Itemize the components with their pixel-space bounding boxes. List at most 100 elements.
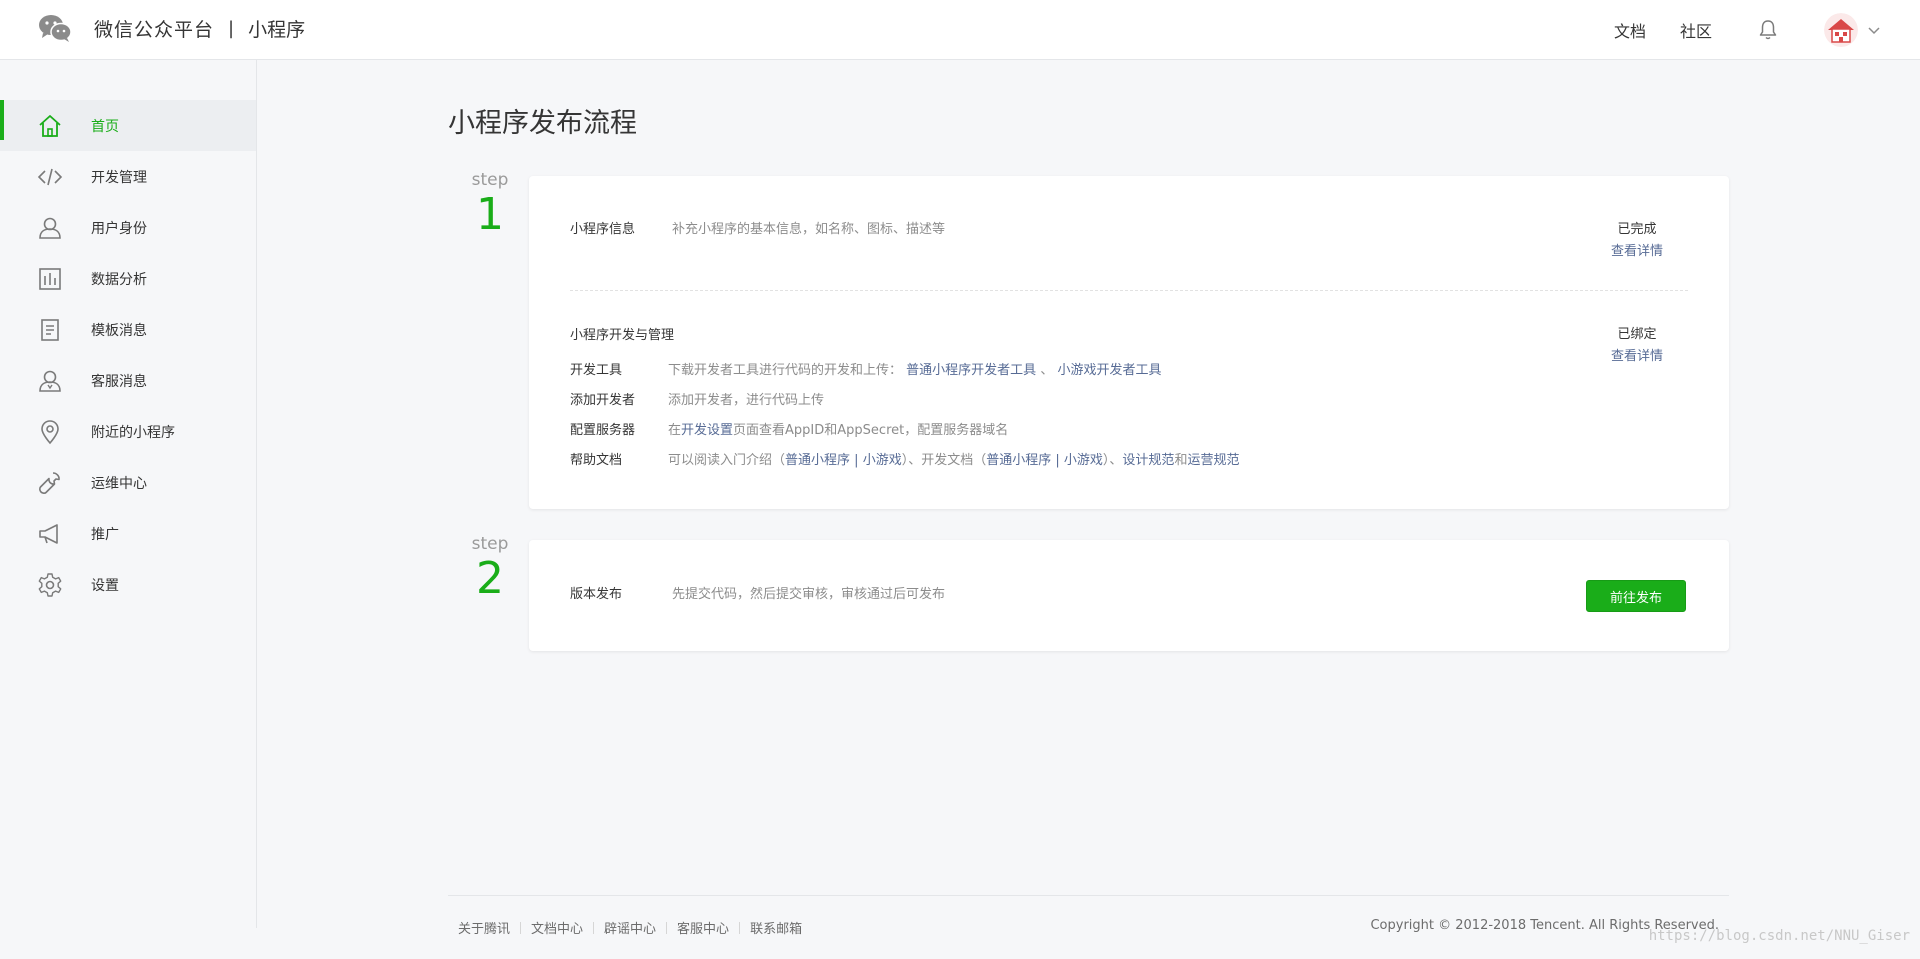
- server-post: 页面查看AppID和AppSecret，配置服务器域名: [733, 423, 1009, 438]
- footer-link-email[interactable]: 联系邮箱: [750, 918, 802, 937]
- step-number: 2: [476, 553, 504, 604]
- help-pre: 可以阅读入门介绍（: [668, 453, 786, 468]
- watermark: https://blog.csdn.net/NNU_Giser: [1648, 928, 1910, 944]
- dev-status: 已绑定: [1617, 327, 1657, 342]
- bell-icon[interactable]: [1756, 18, 1780, 42]
- sidebar-item-customer-service[interactable]: 客服消息: [0, 355, 256, 406]
- go-publish-button[interactable]: 前往发布: [1586, 580, 1686, 612]
- info-status: 已完成: [1617, 222, 1657, 237]
- avatar-house-icon: [1824, 13, 1858, 47]
- design-guidelines-link[interactable]: 设计规范: [1122, 453, 1174, 468]
- brand-separator: |: [228, 17, 235, 39]
- page-title: 小程序发布流程: [448, 108, 637, 139]
- docs-link[interactable]: 文档: [1614, 18, 1646, 42]
- code-icon: [37, 168, 63, 185]
- footer-links: 关于腾讯 文档中心 辟谣中心 客服中心 联系邮箱: [458, 918, 802, 937]
- sidebar-item-user-identity[interactable]: 用户身份: [0, 202, 256, 253]
- divider: [570, 290, 1688, 291]
- server-pre: 在: [668, 423, 682, 438]
- wechat-logo-icon: [39, 15, 72, 42]
- wrench-icon: [39, 471, 60, 494]
- top-header: 微信公众平台 | 小程序 文档 社区: [0, 0, 1920, 60]
- community-link[interactable]: 社区: [1680, 18, 1712, 42]
- brand-subtitle: 小程序: [248, 18, 306, 41]
- footer-separator: [593, 921, 595, 934]
- step2-card: 版本发布 先提交代码，然后提交审核，审核通过后可发布 前往发布: [529, 540, 1729, 651]
- help-mid2: ）、: [1102, 453, 1123, 468]
- intro-minigame-link[interactable]: 小游戏: [863, 453, 902, 468]
- configure-server-text: 在开发设置页面查看AppID和AppSecret，配置服务器域名: [668, 419, 1008, 438]
- configure-server-label: 配置服务器: [570, 423, 636, 438]
- sidebar-item-settings[interactable]: 设置: [0, 559, 256, 610]
- footer-link-about[interactable]: 关于腾讯: [458, 918, 510, 937]
- footer-divider: [448, 895, 1729, 896]
- docs-minigame-link[interactable]: 小游戏: [1064, 453, 1103, 468]
- sidebar-menu: 首页 开发管理 用户身份 数据分析 模板消息 客服消息 附近的小程序 运维中心 …: [0, 100, 256, 610]
- gear-icon: [38, 572, 62, 597]
- user-icon: [39, 217, 61, 239]
- dev-tools-text: 下载开发者工具进行代码的开发和上传： 普通小程序开发者工具 、 小游戏开发者工具: [668, 359, 1161, 378]
- megaphone-icon: [39, 523, 58, 544]
- sidebar-item-label: 推广: [91, 526, 119, 543]
- top-right-nav: 文档 社区: [1614, 0, 1920, 60]
- sidebar-item-label: 用户身份: [91, 220, 147, 237]
- standard-devtools-link[interactable]: 普通小程序开发者工具: [906, 363, 1036, 378]
- sidebar-item-promotion[interactable]: 推广: [0, 508, 256, 559]
- sidebar-item-template-message[interactable]: 模板消息: [0, 304, 256, 355]
- step1-card: 小程序信息 补充小程序的基本信息，如名称、图标、描述等 已完成 查看详情 小程序…: [529, 176, 1729, 509]
- help-mid: ）、开发文档（: [901, 453, 987, 468]
- version-release-title: 版本发布: [570, 587, 623, 602]
- footer-link-rumor[interactable]: 辟谣中心: [604, 918, 656, 937]
- brand-name: 微信公众平台: [94, 18, 215, 41]
- footer-separator: [520, 921, 522, 934]
- location-icon: [41, 419, 59, 444]
- sidebar-item-label: 数据分析: [91, 271, 147, 288]
- chevron-down-icon[interactable]: [1866, 22, 1882, 38]
- footer-separator: [666, 921, 668, 934]
- chart-icon: [39, 267, 61, 290]
- sidebar-item-label: 运维中心: [91, 475, 147, 492]
- sidebar-item-label: 附近的小程序: [91, 424, 175, 441]
- sidebar: 首页 开发管理 用户身份 数据分析 模板消息 客服消息 附近的小程序 运维中心 …: [0, 60, 257, 928]
- separator: |: [850, 453, 863, 468]
- sidebar-item-label: 设置: [91, 577, 119, 594]
- help-and: 和: [1174, 453, 1188, 468]
- step-number: 1: [476, 189, 504, 240]
- version-release-desc: 先提交代码，然后提交审核，审核通过后可发布: [672, 587, 946, 602]
- add-developer-text: 添加开发者，进行代码上传: [668, 393, 825, 408]
- mini-program-info-desc: 补充小程序的基本信息，如名称、图标、描述等: [672, 222, 946, 237]
- sidebar-item-data-analysis[interactable]: 数据分析: [0, 253, 256, 304]
- separator: |: [1051, 453, 1064, 468]
- mini-program-info-title: 小程序信息: [570, 222, 636, 237]
- avatar[interactable]: [1824, 13, 1858, 47]
- help-docs-text: 可以阅读入门介绍（普通小程序 | 小游戏）、开发文档（普通小程序 | 小游戏）、…: [668, 449, 1239, 468]
- help-docs-label: 帮助文档: [570, 453, 623, 468]
- sidebar-item-label: 首页: [91, 118, 119, 135]
- footer-link-docs[interactable]: 文档中心: [531, 918, 583, 937]
- footer-separator: [739, 921, 741, 934]
- dev-view-details-link[interactable]: 查看详情: [1597, 345, 1677, 364]
- add-developer-label: 添加开发者: [570, 393, 636, 408]
- sidebar-item-label: 模板消息: [91, 322, 147, 339]
- operation-guidelines-link[interactable]: 运营规范: [1187, 453, 1239, 468]
- home-icon: [39, 114, 61, 137]
- support-icon: [39, 370, 61, 392]
- dev-management-title: 小程序开发与管理: [570, 328, 675, 343]
- sidebar-item-label: 客服消息: [91, 373, 147, 390]
- sidebar-item-ops-center[interactable]: 运维中心: [0, 457, 256, 508]
- minigame-devtools-link[interactable]: 小游戏开发者工具: [1057, 363, 1161, 378]
- sidebar-item-dev-management[interactable]: 开发管理: [0, 151, 256, 202]
- docs-standard-link[interactable]: 普通小程序: [986, 453, 1051, 468]
- footer-link-support[interactable]: 客服中心: [677, 918, 729, 937]
- sidebar-item-home[interactable]: 首页: [0, 100, 256, 151]
- sidebar-item-nearby[interactable]: 附近的小程序: [0, 406, 256, 457]
- info-view-details-link[interactable]: 查看详情: [1597, 240, 1677, 259]
- brand[interactable]: 微信公众平台 | 小程序: [38, 13, 305, 43]
- step-label: step: [471, 170, 509, 190]
- dev-tools-label: 开发工具: [570, 363, 623, 378]
- sidebar-item-label: 开发管理: [91, 169, 147, 186]
- step-label: step: [471, 534, 509, 554]
- intro-standard-link[interactable]: 普通小程序: [785, 453, 850, 468]
- dev-settings-link[interactable]: 开发设置: [681, 423, 733, 438]
- separator: 、: [1040, 363, 1054, 378]
